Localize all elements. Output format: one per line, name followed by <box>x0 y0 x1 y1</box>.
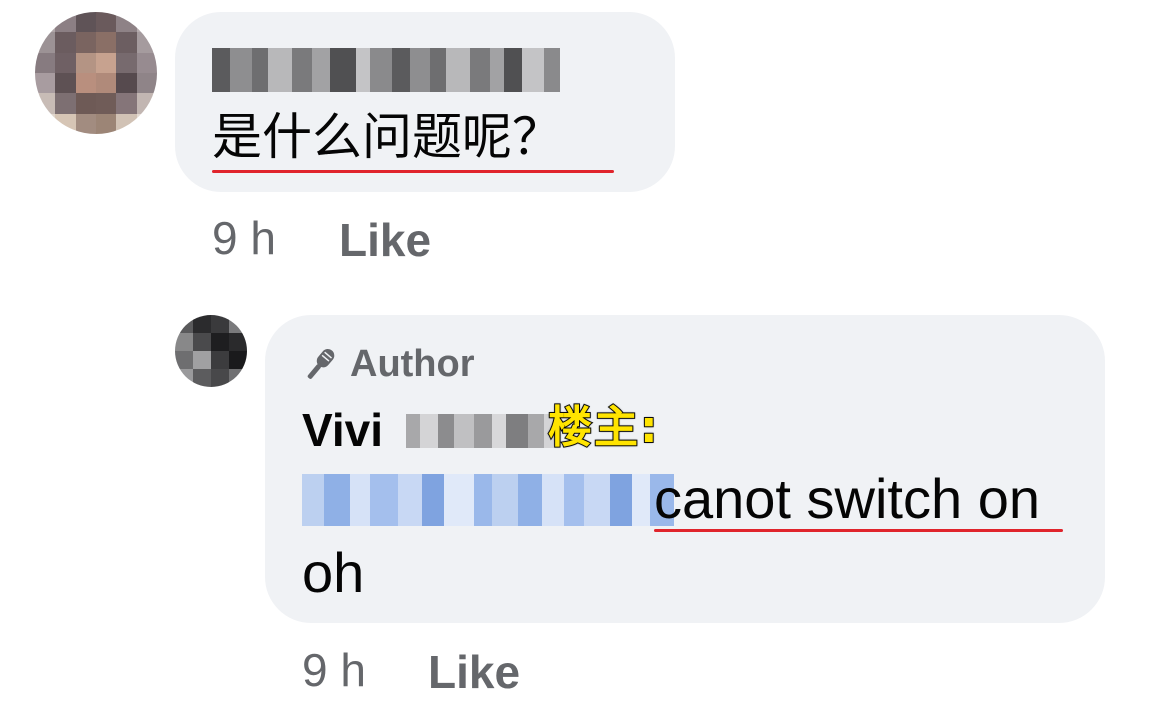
reply-text-line1: canot switch on <box>654 467 1040 530</box>
commenter-avatar[interactable] <box>35 12 157 134</box>
author-badge: Author <box>302 342 475 386</box>
reply-avatar[interactable] <box>175 315 247 387</box>
comment-text: 是什么问题呢？ <box>212 108 562 166</box>
reply-text-line2: oh <box>302 541 365 604</box>
reply-timestamp[interactable]: 9 h <box>302 644 366 696</box>
op-tag: 楼主: <box>547 401 660 454</box>
redacted-commenter-name[interactable] <box>212 48 560 92</box>
comment-like-button[interactable]: Like <box>339 214 431 266</box>
microphone-icon <box>302 344 338 384</box>
reply-text-underline <box>654 529 1063 532</box>
redacted-reply-surname[interactable] <box>406 414 556 448</box>
comment-text-underline <box>212 170 614 173</box>
redacted-mention-link[interactable] <box>302 474 674 526</box>
comment-timestamp[interactable]: 9 h <box>212 212 276 264</box>
author-badge-label: Author <box>350 343 475 385</box>
reply-like-button[interactable]: Like <box>428 646 520 698</box>
reply-author-first-name[interactable]: Vivi <box>302 402 383 458</box>
